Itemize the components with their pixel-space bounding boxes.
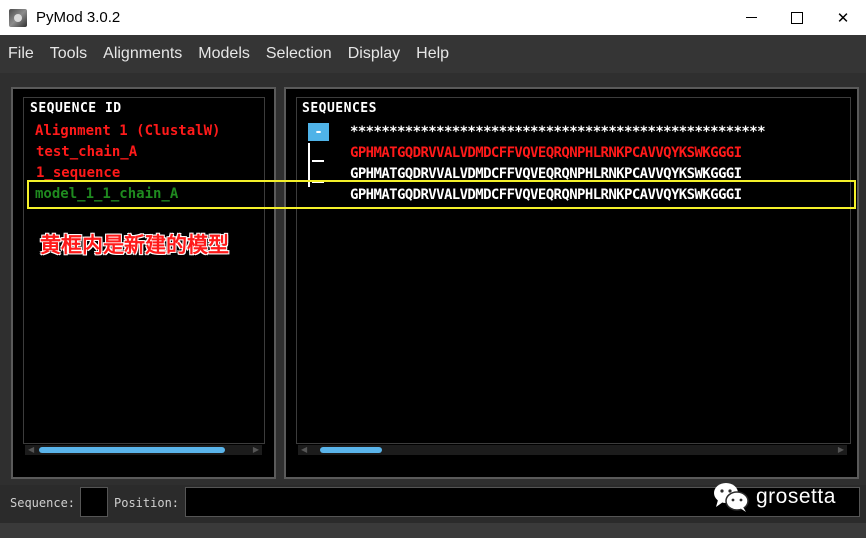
sequence-id-scroll-thumb[interactable]: [39, 447, 225, 453]
menu-bar: File Tools Alignments Models Selection D…: [0, 35, 866, 73]
workspace: SEQUENCE ID Alignment 1 (ClustalW) test_…: [0, 73, 866, 485]
window-title: PyMod 3.0.2: [36, 9, 121, 26]
sequence-id-scrollbar[interactable]: ◀ ▶: [25, 445, 262, 455]
sequence-id-header: SEQUENCE ID: [30, 101, 122, 116]
sequence-id-alignment[interactable]: Alignment 1 (ClustalW): [35, 123, 220, 139]
pymod-app-icon: [9, 8, 27, 27]
menu-alignments[interactable]: Alignments: [103, 45, 182, 63]
collapse-alignment-button[interactable]: -: [308, 123, 329, 141]
window-controls: ✕: [728, 0, 866, 35]
sequences-scrollbar[interactable]: ◀ ▶: [298, 445, 847, 455]
menu-models[interactable]: Models: [198, 45, 250, 63]
sequences-header: SEQUENCES: [302, 101, 377, 116]
scroll-right-icon[interactable]: ▶: [253, 445, 259, 455]
sequence-id-panel: SEQUENCE ID Alignment 1 (ClustalW) test_…: [11, 87, 276, 479]
menu-file[interactable]: File: [8, 45, 34, 63]
sequences-scroll-thumb[interactable]: [320, 447, 382, 453]
sequence-label: Sequence:: [10, 496, 76, 510]
maximize-icon: [791, 11, 803, 24]
annotation-text: 黄框内是新建的模型: [40, 233, 229, 257]
close-icon: ✕: [836, 8, 850, 27]
maximize-button[interactable]: [774, 0, 820, 35]
scroll-left-icon[interactable]: ◀: [28, 445, 34, 455]
close-button[interactable]: ✕: [820, 0, 866, 35]
sequence-id-test-chain[interactable]: test_chain_A: [36, 144, 137, 160]
sequence-field[interactable]: [80, 487, 108, 517]
scroll-right-icon[interactable]: ▶: [838, 445, 844, 455]
watermark-text: grosetta: [756, 485, 836, 508]
scroll-left-icon[interactable]: ◀: [301, 445, 307, 455]
minimize-button[interactable]: [728, 0, 774, 35]
watermark: grosetta: [712, 480, 836, 514]
child-tick-icon: [312, 160, 324, 162]
menu-tools[interactable]: Tools: [50, 45, 87, 63]
sequence-row-test-chain: GPHMATGQDRVVALVDMDCFFVQVEQRQNPHLRNKPCAVV…: [350, 145, 742, 161]
title-bar: PyMod 3.0.2 ✕: [0, 0, 866, 35]
position-label: Position:: [114, 496, 180, 510]
minimize-icon: [745, 17, 757, 18]
menu-selection[interactable]: Selection: [266, 45, 332, 63]
menu-display[interactable]: Display: [348, 45, 400, 63]
sequence-row-consensus: ****************************************…: [350, 124, 766, 140]
menu-help[interactable]: Help: [416, 45, 449, 63]
highlight-box: [27, 180, 856, 209]
sequences-panel: SEQUENCES - ****************************…: [284, 87, 859, 479]
bottom-strip: [0, 523, 866, 538]
wechat-icon: [712, 480, 750, 514]
sequence-id-1-sequence[interactable]: 1_sequence: [36, 165, 120, 181]
